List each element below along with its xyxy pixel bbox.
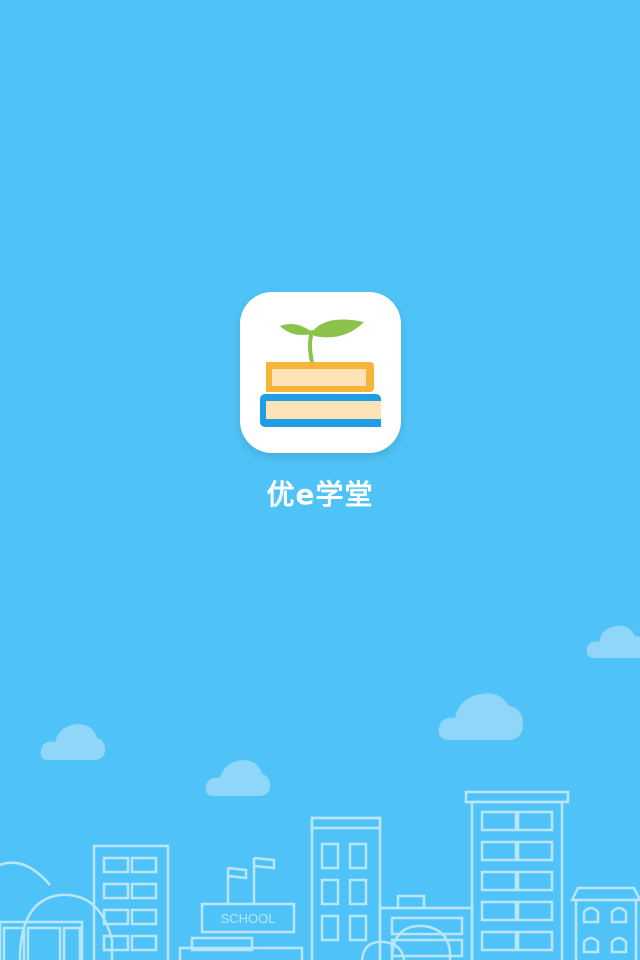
city-skyline-illustration: SCHOOL	[0, 600, 640, 960]
app-logo	[240, 292, 401, 453]
app-name: 优e学堂	[266, 478, 374, 511]
school-sign: SCHOOL	[221, 911, 276, 926]
sprout-on-books-icon	[260, 319, 381, 427]
